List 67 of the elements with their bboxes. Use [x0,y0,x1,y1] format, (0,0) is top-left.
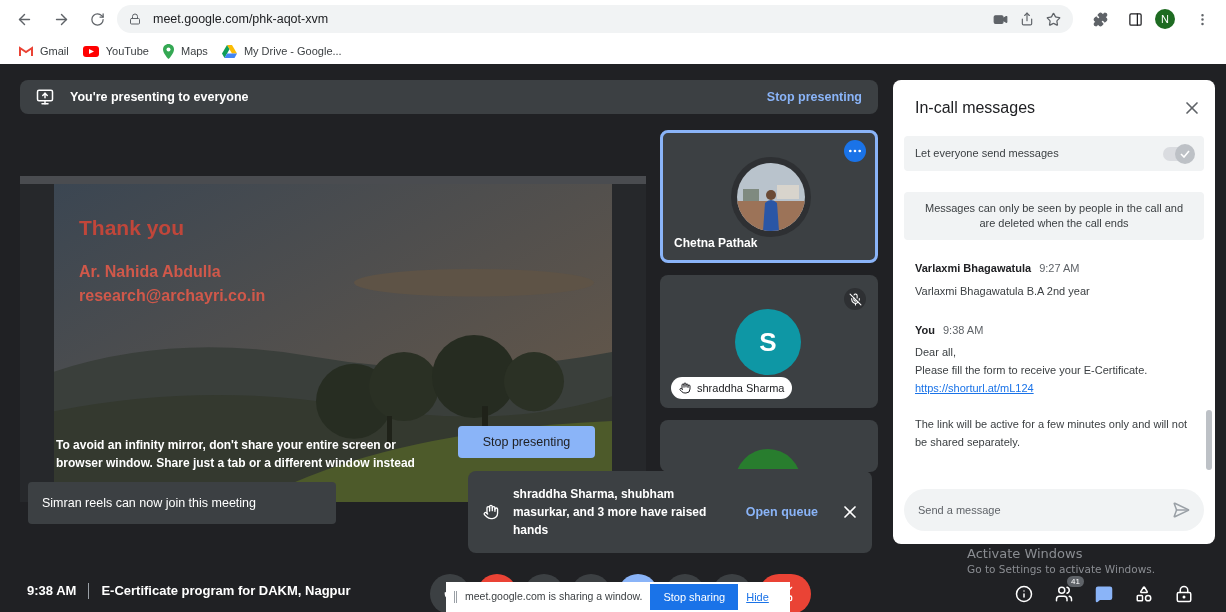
message-field[interactable]: Send a message [918,501,1172,519]
meeting-title: E-Certificate program for DAKM, Nagpur [101,582,351,601]
message-text: The link will be active for a few minutes only and will not be shared separately. [915,417,1189,450]
message-text: Varlaxmi Bhagawatula B.A 2nd year [915,283,1091,299]
participant-tile[interactable] [660,420,878,472]
activation-text: Go to Settings to activate Windows. [967,562,1156,576]
bookmark[interactable]: Gmail [19,42,69,60]
reload-icon[interactable] [90,11,105,27]
setting-label: Let everyone send messages [915,146,1060,162]
slide-name: Ar. Nahida Abdulla [79,261,222,282]
activation-title: Activate Windows [967,546,1084,562]
address-bar[interactable]: meet.google.com/phk-aqot-xvm [117,5,1073,33]
join-toast: Simran reels can now join this meeting [28,482,336,524]
toggle-switch[interactable] [1163,146,1193,161]
raised-hands-text: shraddha Sharma, shubham masurkar, and 3 more have raised hands [512,486,708,539]
stop-presenting-button[interactable]: Stop presenting [458,426,595,458]
host-controls-icon[interactable] [1175,585,1193,603]
check-icon [1180,149,1190,158]
activities-icon[interactable] [1135,585,1153,603]
stop-sharing-button[interactable]: Stop sharing [650,584,739,610]
scrollbar [1206,410,1212,470]
participant-name: shraddha Sharma [697,380,785,396]
message-link[interactable]: https://shorturl.at/mL124 [915,379,1190,397]
mail-icon [19,45,33,57]
present-icon [36,88,54,106]
hand-icon [679,382,691,394]
slide-title: Thank you [79,215,185,241]
message-text: Dear all, [915,345,957,360]
share-icon [1020,12,1034,26]
bookmark[interactable]: My Drive - Google... [221,42,342,60]
play-icon [82,45,99,57]
participant-name: Chetna Pathak [674,235,758,252]
avatar-initial: S [759,325,777,359]
meeting-time: 9:38 AM [26,582,77,601]
message-text: Please fill the form to receive your E-Certificate. [915,363,1149,378]
lock-icon [129,13,141,25]
open-queue-button[interactable]: Open queue [745,502,818,522]
slide-email: research@archayri.co.in [79,285,266,306]
info-icon[interactable] [1015,585,1033,603]
hand-icon [483,504,499,520]
participant-tile[interactable]: Chetna Pathak [660,130,878,263]
privacy-notice: Messages can only be seen by people in the call and are deleted when the call ends [904,192,1204,240]
bookmark[interactable]: YouTube [82,42,149,60]
infinity-mirror-warning: To avoid an infinity mirror, don't share your entire screen or browser window. Share just a tab or a different window instead [56,437,416,472]
chat-icon[interactable] [1095,585,1113,603]
people-icon[interactable] [1055,585,1073,603]
map-pin-icon [162,43,174,59]
profile-avatar[interactable]: N [1155,9,1175,29]
message-sender: Varlaxmi Bhagawatula [915,261,1032,276]
triangle-icon [221,44,237,58]
banner-text: You're presenting to everyone [70,88,250,106]
message-time: 9:27 AM [1039,261,1080,276]
extensions-icon[interactable] [1093,11,1108,27]
stop-presenting-link[interactable]: Stop presenting [766,87,862,107]
bookmark[interactable]: Maps [162,42,208,60]
people-count: 41 [1067,576,1084,587]
hide-link[interactable]: Hide [746,588,769,606]
chat-title: In-call messages [915,98,1036,118]
message-sender: You [915,322,935,338]
message-input[interactable]: Send a message [904,489,1204,531]
message-time: 9:38 AM [942,322,984,338]
participant-tile[interactable]: S shraddha Sharma [660,275,878,408]
more-options-button[interactable] [844,140,866,162]
sharing-text: meet.google.com is sharing a window. [465,589,643,605]
star-icon [1046,11,1061,27]
side-panel-icon[interactable] [1128,11,1143,27]
url-text: meet.google.com/phk-aqot-xvm [153,10,330,28]
